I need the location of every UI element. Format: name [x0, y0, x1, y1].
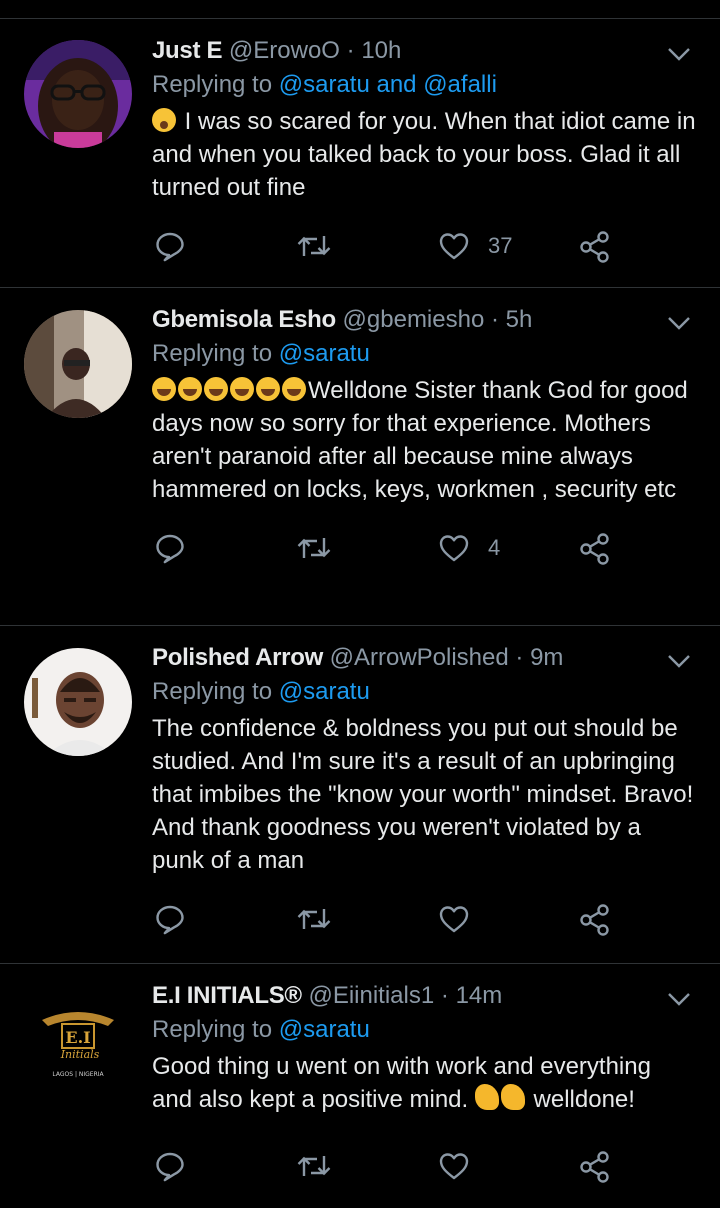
replying-to-label: Replying to: [152, 1016, 273, 1043]
like-icon: [438, 903, 470, 935]
display-name[interactable]: Just E: [152, 37, 223, 64]
replying-to: Replying to @saratu: [152, 676, 696, 708]
share-button[interactable]: [578, 532, 612, 566]
rofl-emoji-icon: [230, 377, 254, 401]
tweet-body: I was so scared for you. When that idiot…: [152, 108, 696, 201]
user-handle[interactable]: @gbemiesho: [343, 306, 485, 333]
tweet-text: The confidence & boldness you put out sh…: [152, 712, 696, 877]
separator-dot: ·: [440, 982, 449, 1009]
separator-dot: ·: [490, 306, 499, 333]
action-bar: [152, 1138, 696, 1208]
share-button[interactable]: [578, 1150, 612, 1184]
top-divider: [0, 0, 720, 19]
like-button[interactable]: 4: [438, 532, 500, 564]
action-bar: 4: [152, 520, 696, 590]
avatar[interactable]: [24, 648, 132, 756]
separator-dot: ·: [346, 37, 355, 64]
share-button[interactable]: [578, 903, 612, 937]
chevron-down-icon[interactable]: [666, 648, 692, 674]
logo-caption: LAGOS | NIGERIA: [52, 1071, 104, 1078]
mention-link[interactable]: @saratu: [279, 678, 370, 705]
like-button[interactable]: 37: [438, 230, 512, 262]
share-icon: [578, 532, 612, 566]
tweet-text: I was so scared for you. When that idiot…: [152, 105, 696, 204]
replying-to: Replying to @saratu: [152, 338, 696, 370]
avatar[interactable]: [24, 40, 132, 148]
flexed-biceps-emoji-icon: [500, 1084, 525, 1110]
timestamp[interactable]: 10h: [361, 37, 401, 64]
mention-link[interactable]: @saratu: [279, 340, 370, 367]
retweet-icon: [296, 532, 332, 564]
reply-button[interactable]: [154, 230, 186, 262]
retweet-icon: [296, 903, 332, 935]
tweet-text: Good thing u went on with work and every…: [152, 1050, 696, 1116]
reply-icon: [154, 532, 186, 564]
timestamp[interactable]: 9m: [530, 644, 563, 671]
tweet-card[interactable]: Polished Arrow @ArrowPolished · 9m Reply…: [0, 626, 720, 964]
tweet-body: The confidence & boldness you put out sh…: [152, 715, 694, 874]
timestamp[interactable]: 14m: [456, 982, 503, 1009]
like-button[interactable]: [438, 903, 488, 935]
like-count: 37: [488, 233, 513, 258]
rofl-emoji-icon: [256, 377, 280, 401]
reply-button[interactable]: [154, 532, 186, 564]
logo-letters: E.I: [65, 1028, 90, 1047]
chevron-down-icon[interactable]: [666, 41, 692, 67]
rofl-emoji-icon: [204, 377, 228, 401]
user-handle[interactable]: @ArrowPolished: [330, 644, 509, 671]
reply-button[interactable]: [154, 903, 186, 935]
like-icon: [438, 230, 470, 262]
chevron-down-icon[interactable]: [666, 986, 692, 1012]
separator-dot: ·: [515, 644, 524, 671]
retweet-button[interactable]: [296, 903, 332, 935]
avatar[interactable]: E.I Initials LAGOS | NIGERIA: [24, 986, 132, 1094]
display-name[interactable]: Gbemisola Esho: [152, 306, 336, 333]
user-handle[interactable]: @ErowoO: [229, 37, 340, 64]
flexed-biceps-emoji-icon: [474, 1084, 499, 1110]
action-bar: [152, 891, 696, 961]
scared-face-emoji-icon: [152, 108, 176, 132]
retweet-button[interactable]: [296, 532, 332, 564]
retweet-icon: [296, 230, 332, 262]
avatar[interactable]: [24, 310, 132, 418]
rofl-emoji-icon: [178, 377, 202, 401]
action-bar: 37: [152, 218, 696, 288]
share-icon: [578, 903, 612, 937]
retweet-button[interactable]: [296, 230, 332, 262]
reply-icon: [154, 903, 186, 935]
tweet-header: E.I INITIALS® @Eiinitials1 · 14m: [152, 980, 696, 1012]
replying-to-label: Replying to: [152, 71, 273, 98]
reply-icon: [154, 230, 186, 262]
tweet-header: Polished Arrow @ArrowPolished · 9m: [152, 642, 696, 674]
like-icon: [438, 532, 470, 564]
tweet-card[interactable]: Gbemisola Esho @gbemiesho · 5h Replying …: [0, 288, 720, 626]
share-button[interactable]: [578, 230, 612, 264]
tweet-body-tail: welldone!: [533, 1086, 635, 1113]
replying-to: Replying to @saratu and @afalli: [152, 69, 696, 101]
mention-link[interactable]: @saratu and @afalli: [279, 71, 497, 98]
display-name[interactable]: E.I INITIALS®: [152, 982, 302, 1009]
share-icon: [578, 1150, 612, 1184]
rofl-emoji-icon: [282, 377, 306, 401]
tweet-header: Just E @ErowoO · 10h: [152, 35, 696, 67]
replying-to-label: Replying to: [152, 678, 273, 705]
replying-to: Replying to @saratu: [152, 1014, 696, 1046]
tweet-text: Welldone Sister thank God for good days …: [152, 374, 696, 506]
timestamp[interactable]: 5h: [506, 306, 533, 333]
mention-link[interactable]: @saratu: [279, 1016, 370, 1043]
tweet-card[interactable]: Just E @ErowoO · 10h Replying to @saratu…: [0, 19, 720, 288]
display-name[interactable]: Polished Arrow: [152, 644, 323, 671]
user-handle[interactable]: @Eiinitials1: [308, 982, 434, 1009]
tweet-header: Gbemisola Esho @gbemiesho · 5h: [152, 304, 696, 336]
share-icon: [578, 230, 612, 264]
rofl-emoji-icon: [152, 377, 176, 401]
tweet-card[interactable]: E.I Initials LAGOS | NIGERIA E.I INITIAL…: [0, 964, 720, 1164]
replying-to-label: Replying to: [152, 340, 273, 367]
logo-script: Initials: [60, 1048, 100, 1061]
like-count: 4: [488, 535, 501, 560]
chevron-down-icon[interactable]: [666, 310, 692, 336]
